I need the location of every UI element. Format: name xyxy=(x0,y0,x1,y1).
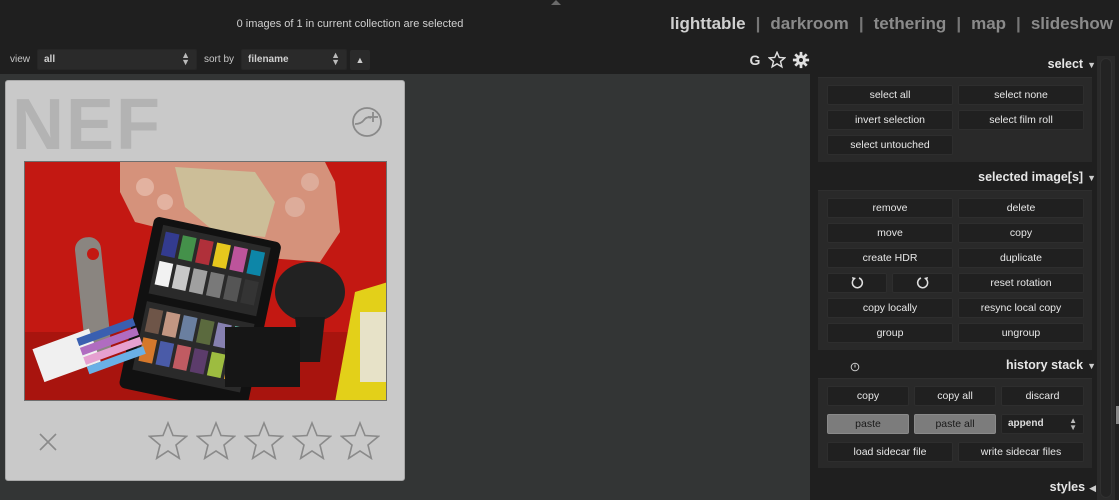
expand-arrow-icon: ▼ xyxy=(1087,60,1096,70)
view-separator: | xyxy=(755,14,761,33)
history-paste-button[interactable]: paste xyxy=(827,414,909,434)
create-hdr-button[interactable]: create HDR xyxy=(827,248,953,268)
view-lighttable[interactable]: lighttable xyxy=(670,14,746,34)
duplicate-button[interactable]: duplicate xyxy=(958,248,1084,268)
grouping-button[interactable]: G xyxy=(748,52,762,68)
star-icon[interactable] xyxy=(768,51,786,69)
select-none-button[interactable]: select none xyxy=(958,85,1084,105)
paste-mode-value: append xyxy=(1008,418,1044,429)
reset-rotation-button[interactable]: reset rotation xyxy=(958,273,1084,293)
rotate-cw-icon xyxy=(916,277,928,289)
write-sidecar-files-button[interactable]: write sidecar files xyxy=(958,442,1084,462)
group-button[interactable]: group xyxy=(827,323,953,343)
copy-button[interactable]: copy xyxy=(958,223,1084,243)
gear-icon[interactable] xyxy=(792,51,810,69)
rotate-ccw-button[interactable] xyxy=(827,273,887,293)
updown-arrows-icon: ▲ ▼ xyxy=(331,50,340,67)
remove-button[interactable]: remove xyxy=(827,198,953,218)
sort-combobox[interactable]: filename ▲ ▼ xyxy=(241,49,347,70)
select-untouched-button[interactable]: select untouched xyxy=(827,135,953,155)
history-copy-button[interactable]: copy xyxy=(827,386,909,406)
expand-arrow-icon: ▼ xyxy=(1087,173,1096,183)
ungroup-button[interactable]: ungroup xyxy=(958,323,1084,343)
module-reset-icon[interactable] xyxy=(850,362,860,372)
star-icon[interactable] xyxy=(292,421,332,461)
sort-value: filename xyxy=(248,54,289,65)
selected-images-module-body: remove delete move copy create HDR dupli… xyxy=(818,190,1092,350)
resync-local-copy-button[interactable]: resync local copy xyxy=(958,298,1084,318)
view-slideshow[interactable]: slideshow xyxy=(1031,14,1113,34)
rating-stars xyxy=(148,421,380,461)
star-icon[interactable] xyxy=(340,421,380,461)
right-panel: select ▼ select all select none invert se… xyxy=(810,46,1119,500)
history-discard-button[interactable]: discard xyxy=(1001,386,1084,406)
sort-direction-button[interactable]: ▲ xyxy=(350,50,370,70)
select-module-body: select all select none invert selection … xyxy=(818,77,1092,162)
collapsed-arrow-icon: ◀ xyxy=(1089,483,1096,493)
history-paste-all-button[interactable]: paste all xyxy=(914,414,996,434)
view-separator: | xyxy=(956,14,962,33)
view-darkroom[interactable]: darkroom xyxy=(770,14,848,34)
selection-status: 0 images of 1 in current collection are … xyxy=(236,18,464,30)
toolbox: G xyxy=(748,50,810,70)
altered-icon[interactable] xyxy=(351,106,383,138)
styles-module-header[interactable]: styles ◀ xyxy=(818,476,1096,498)
lighttable-center[interactable]: NEF xyxy=(0,74,810,500)
copy-locally-button[interactable]: copy locally xyxy=(827,298,953,318)
history-stack-module-title: history stack xyxy=(1005,358,1084,372)
reject-icon[interactable] xyxy=(38,432,58,452)
triangle-up-icon: ▲ xyxy=(355,55,365,65)
view-filter-combobox[interactable]: all ▲ ▼ xyxy=(37,49,197,70)
image-thumbnail[interactable]: NEF xyxy=(5,80,405,481)
expand-arrow-icon: ▼ xyxy=(1087,361,1096,371)
load-sidecar-file-button[interactable]: load sidecar file xyxy=(827,442,953,462)
paste-mode-combobox[interactable]: append ▲ ▼ xyxy=(1001,414,1084,434)
view-tethering[interactable]: tethering xyxy=(874,14,947,34)
top-panel-toggle-icon[interactable] xyxy=(551,0,561,5)
history-copy-all-button[interactable]: copy all xyxy=(914,386,996,406)
updown-arrows-icon: ▲ ▼ xyxy=(181,50,190,67)
styles-module-title: styles xyxy=(1049,480,1086,494)
delete-button[interactable]: delete xyxy=(958,198,1084,218)
view-switcher: lighttable | darkroom | tethering | map … xyxy=(670,13,1113,35)
star-icon[interactable] xyxy=(244,421,284,461)
move-button[interactable]: move xyxy=(827,223,953,243)
updown-arrows-icon: ▲ ▼ xyxy=(1069,416,1077,432)
file-extension-label: NEF xyxy=(12,85,162,149)
view-filter-value: all xyxy=(44,54,56,65)
select-all-button[interactable]: select all xyxy=(827,85,953,105)
rotate-ccw-icon xyxy=(851,277,864,289)
select-module-header[interactable]: select ▼ xyxy=(818,53,1096,75)
invert-selection-button[interactable]: invert selection xyxy=(827,110,953,130)
filter-toolbar: view all ▲ ▼ sort by filename ▲ ▼ ▲ G xyxy=(0,46,810,74)
top-header: 0 images of 1 in current collection are … xyxy=(0,0,1119,46)
selected-images-module-title: selected image[s] xyxy=(978,170,1084,184)
select-film-roll-button[interactable]: select film roll xyxy=(958,110,1084,130)
history-stack-module-header[interactable]: history stack ▼ xyxy=(818,354,1096,376)
thumbnail-photo xyxy=(24,161,387,401)
history-stack-module-body: copy copy all discard paste paste all ap… xyxy=(818,378,1092,468)
view-map[interactable]: map xyxy=(971,14,1006,34)
star-icon[interactable] xyxy=(148,421,188,461)
view-filter-label: view xyxy=(10,54,31,65)
sort-label: sort by xyxy=(204,54,235,65)
select-module-title: select xyxy=(1047,57,1084,71)
view-separator: | xyxy=(858,14,864,33)
scrollbar-thumb[interactable] xyxy=(1100,58,1112,498)
photo-content xyxy=(25,162,386,400)
selected-images-module-header[interactable]: selected image[s] ▼ xyxy=(818,166,1096,188)
star-icon[interactable] xyxy=(196,421,236,461)
view-separator: | xyxy=(1016,14,1021,33)
right-panel-scrollbar[interactable] xyxy=(1097,56,1115,500)
rotate-cw-button[interactable] xyxy=(892,273,953,293)
